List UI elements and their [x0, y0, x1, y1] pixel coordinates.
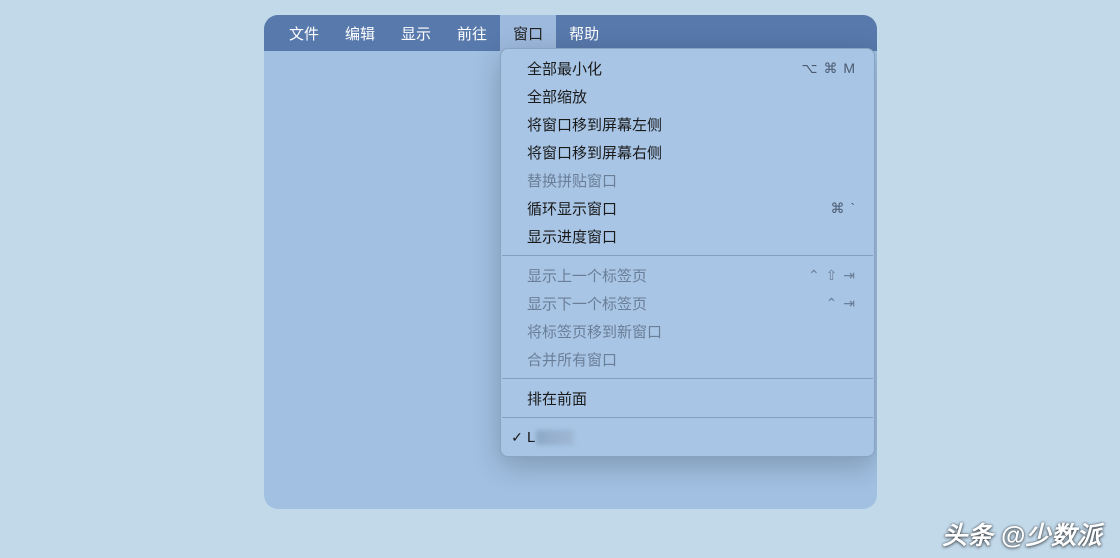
menu-label: 合并所有窗口: [527, 349, 617, 370]
menu-item-move-left[interactable]: 将窗口移到屏幕左侧: [501, 110, 874, 138]
menu-help[interactable]: 帮助: [556, 15, 612, 51]
shortcut: ⌃ ⇥: [826, 295, 856, 312]
menu-label: 全部缩放: [527, 86, 587, 107]
menu-item-zoom-all[interactable]: 全部缩放: [501, 82, 874, 110]
watermark: 头条 @少数派: [942, 516, 1102, 552]
menu-item-move-tab-new: 将标签页移到新窗口: [501, 317, 874, 345]
menu-label: 替换拼贴窗口: [527, 170, 617, 191]
menu-item-replace-tiled: 替换拼贴窗口: [501, 166, 874, 194]
window-name: L: [527, 429, 574, 446]
menu-separator: [502, 417, 873, 418]
menu-label: 将窗口移到屏幕右侧: [527, 142, 662, 163]
menu-edit[interactable]: 编辑: [332, 15, 388, 51]
menubar: 文件 编辑 显示 前往 窗口 帮助: [264, 15, 877, 51]
shortcut: ⌘ `: [830, 200, 856, 217]
menu-label: 显示上一个标签页: [527, 265, 647, 286]
check-icon: ✓: [509, 429, 525, 446]
menu-item-current-window[interactable]: ✓ L: [501, 423, 874, 451]
menu-label: 显示下一个标签页: [527, 293, 647, 314]
menu-item-cycle-windows[interactable]: 循环显示窗口 ⌘ `: [501, 194, 874, 222]
window-menu-dropdown: 全部最小化 ⌥ ⌘ M 全部缩放 将窗口移到屏幕左侧 将窗口移到屏幕右侧 替换拼…: [500, 48, 875, 457]
menu-go[interactable]: 前往: [444, 15, 500, 51]
menu-separator: [502, 378, 873, 379]
menu-label: 将窗口移到屏幕左侧: [527, 114, 662, 135]
menu-item-minimize-all[interactable]: 全部最小化 ⌥ ⌘ M: [501, 54, 874, 82]
menu-label: 循环显示窗口: [527, 198, 617, 219]
menu-label: 排在前面: [527, 388, 587, 409]
menu-label: 全部最小化: [527, 58, 602, 79]
shortcut: ⌃ ⇧ ⇥: [808, 267, 856, 284]
menu-label: 显示进度窗口: [527, 226, 617, 247]
app-window: 文件 编辑 显示 前往 窗口 帮助 全部最小化 ⌥ ⌘ M 全部缩放 将窗口移到…: [264, 15, 877, 509]
menu-separator: [502, 255, 873, 256]
menu-window[interactable]: 窗口: [500, 15, 556, 51]
shortcut: ⌥ ⌘ M: [801, 60, 856, 77]
menu-view[interactable]: 显示: [388, 15, 444, 51]
menu-item-prev-tab: 显示上一个标签页 ⌃ ⇧ ⇥: [501, 261, 874, 289]
menu-label: 将标签页移到新窗口: [527, 321, 662, 342]
blurred-text: [536, 430, 574, 445]
menu-item-next-tab: 显示下一个标签页 ⌃ ⇥: [501, 289, 874, 317]
menu-item-move-right[interactable]: 将窗口移到屏幕右侧: [501, 138, 874, 166]
menu-item-merge-windows: 合并所有窗口: [501, 345, 874, 373]
menu-file[interactable]: 文件: [276, 15, 332, 51]
menu-item-show-progress[interactable]: 显示进度窗口: [501, 222, 874, 250]
menu-item-bring-front[interactable]: 排在前面: [501, 384, 874, 412]
